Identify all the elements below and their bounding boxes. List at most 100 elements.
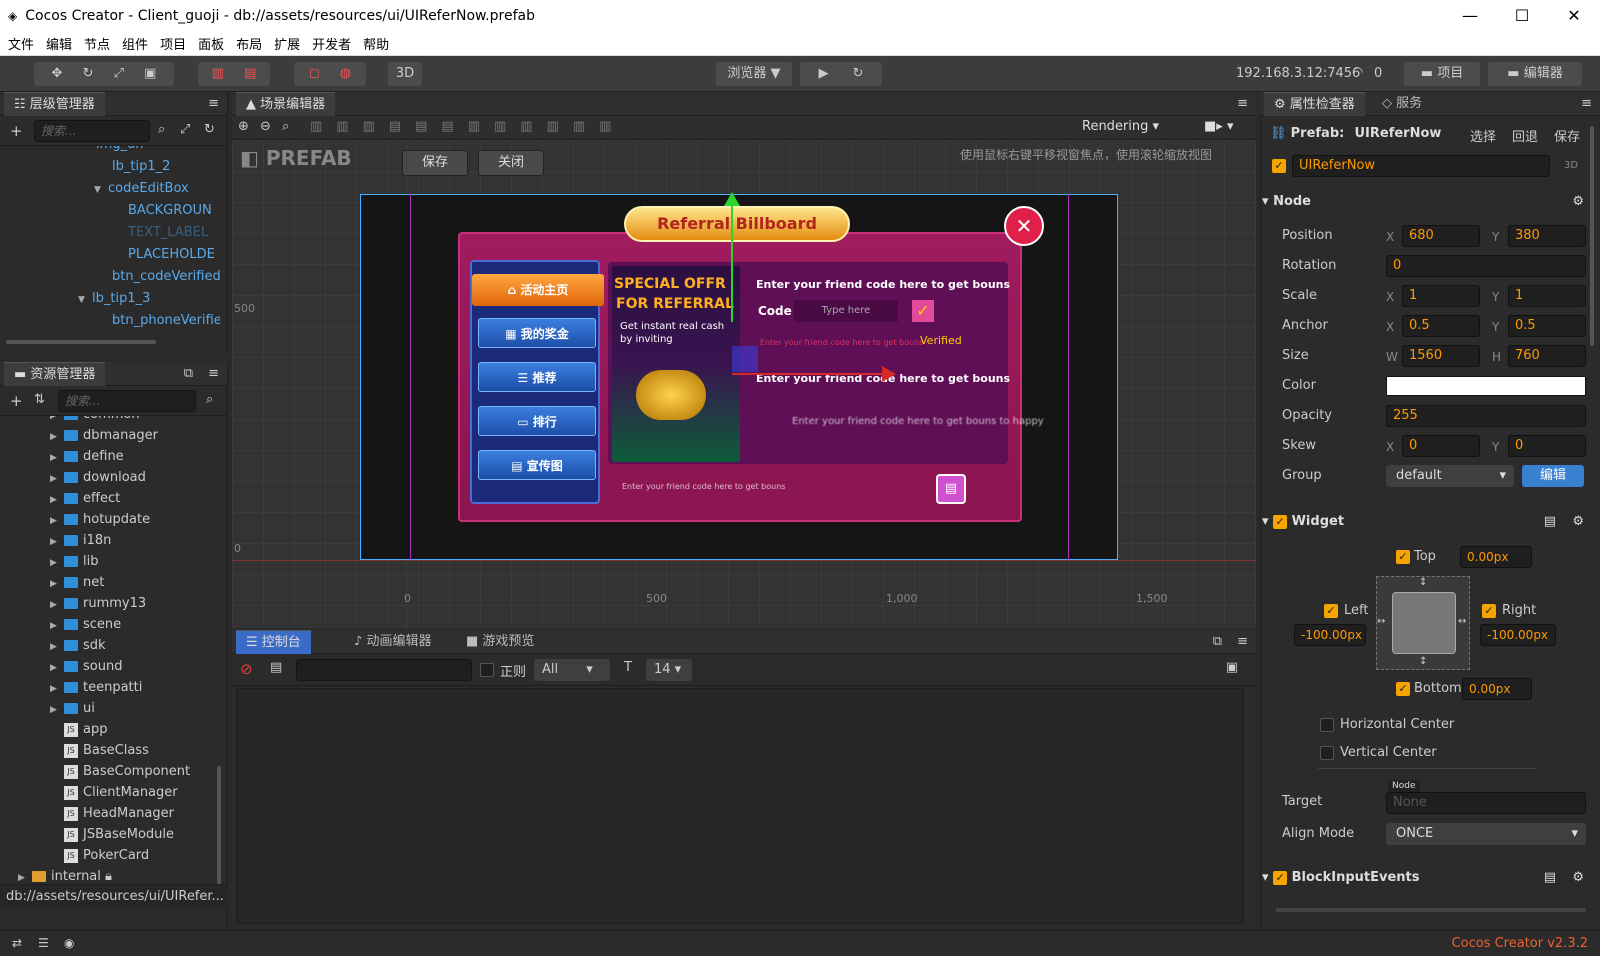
rotate-tool-icon[interactable]: ↻ — [83, 66, 94, 81]
tree-node[interactable]: btn_codeVerified — [112, 266, 220, 287]
size-w-input[interactable]: 1560 — [1402, 345, 1480, 367]
chevron-right-icon[interactable]: ▶ — [50, 679, 64, 700]
tree-node[interactable]: BACKGROUN — [128, 200, 212, 221]
chevron-right-icon[interactable]: ▶ — [50, 448, 64, 469]
horizontal-center-checkbox[interactable] — [1320, 718, 1334, 732]
asset-script[interactable]: JS BaseClass — [64, 740, 149, 761]
asset-folder[interactable]: ▶ effect — [50, 488, 120, 509]
mode-3d-button[interactable]: 3D — [388, 62, 422, 86]
group-select[interactable]: default ▾ — [1386, 465, 1514, 487]
size-h-input[interactable]: 760 — [1508, 345, 1586, 367]
position-y-input[interactable]: 380 — [1508, 225, 1586, 247]
popup-menu-home[interactable]: ⌂ 活动主页 — [472, 274, 604, 306]
tree-node[interactable]: btn_phoneVerifie — [112, 310, 220, 331]
pivot-icon[interactable]: ▥ — [212, 66, 224, 81]
block-input-checkbox[interactable]: ✓ — [1273, 870, 1288, 885]
widget-enabled-checkbox[interactable]: ✓ — [1273, 514, 1288, 529]
menu-file[interactable]: 文件 — [8, 34, 34, 53]
opacity-input[interactable]: 255 — [1386, 405, 1586, 427]
rotation-input[interactable]: 0 — [1386, 255, 1586, 277]
tree-node[interactable]: TEXT_LABEL — [128, 222, 208, 243]
gizmo-center-handle[interactable] — [732, 346, 758, 372]
snap-icon[interactable]: ◻ — [309, 66, 320, 81]
popup-menu-bonus[interactable]: ▦ 我的奖金 — [478, 318, 596, 348]
node-active-checkbox[interactable]: ✓ — [1272, 159, 1286, 173]
asset-folder[interactable]: ▶ sdk — [50, 635, 106, 656]
vertical-center-checkbox[interactable] — [1320, 746, 1334, 760]
zoom-in-icon[interactable]: ⊕ — [238, 119, 249, 134]
tree-node[interactable]: ▼ lb_tip1_3 — [78, 288, 150, 309]
scale-x-input[interactable]: 1 — [1402, 285, 1480, 307]
tab-hierarchy[interactable]: ☷ 层级管理器 — [4, 92, 105, 116]
asset-folder[interactable]: ▶ scene — [50, 614, 121, 635]
panel-menu-icon[interactable]: ≡ — [1237, 96, 1248, 111]
regex-checkbox[interactable] — [480, 663, 494, 677]
prefab-select-button[interactable]: 选择 — [1470, 126, 1496, 145]
move-tool-icon[interactable]: ✥ — [52, 66, 63, 81]
widget-top-input[interactable]: 0.00px — [1460, 546, 1532, 568]
widget-left-checkbox[interactable]: ✓ — [1324, 604, 1338, 618]
refresh-icon[interactable]: ↻ — [204, 122, 215, 137]
align-mode-select[interactable]: ONCE ▾ — [1386, 823, 1586, 845]
gear-icon[interactable]: ⚙ — [1572, 866, 1584, 890]
asset-folder[interactable]: ▶ lib — [50, 551, 98, 572]
database-icon[interactable]: ☰ — [38, 936, 49, 950]
menu-component[interactable]: 组件 — [122, 34, 148, 53]
popup-menu-rank[interactable]: ▭ 排行 — [478, 406, 596, 436]
prefab-revert-button[interactable]: 回退 — [1512, 126, 1538, 145]
add-node-icon[interactable]: + — [10, 122, 23, 140]
menu-layout[interactable]: 布局 — [236, 34, 262, 53]
scale-y-input[interactable]: 1 — [1508, 285, 1586, 307]
gear-icon[interactable]: ⚙ — [1572, 190, 1584, 214]
sort-icon[interactable]: ⇅ — [34, 392, 45, 407]
asset-script[interactable]: JS BaseComponent — [64, 761, 190, 782]
chevron-right-icon[interactable]: ▶ — [50, 637, 64, 658]
chevron-right-icon[interactable]: ▶ — [50, 511, 64, 532]
refresh-icon[interactable]: ↻ — [853, 66, 864, 81]
chevron-right-icon[interactable]: ▶ — [50, 427, 64, 448]
tab-console[interactable]: ☰ 控制台 — [236, 630, 311, 654]
close-window-button[interactable]: ✕ — [1548, 0, 1600, 32]
minimize-button[interactable]: — — [1444, 0, 1496, 32]
tab-services[interactable]: ◇ 服务 — [1372, 92, 1432, 116]
rendering-select[interactable]: Rendering ▾ — [1082, 119, 1159, 134]
menu-project[interactable]: 项目 — [160, 34, 186, 53]
block-input-section-header[interactable]: ▾ ✓ BlockInputEvents ▤ ⚙ — [1262, 866, 1592, 890]
asset-folder[interactable]: ▶ ui — [50, 698, 95, 719]
tab-animation[interactable]: ♪ 动画编辑器 — [344, 630, 441, 654]
font-size-select[interactable]: 14 ▾ — [646, 659, 692, 681]
scale-tool-icon[interactable]: ⤢ — [114, 66, 124, 81]
asset-folder[interactable]: ▶common — [50, 416, 140, 425]
help-icon[interactable]: ▤ — [1544, 866, 1556, 890]
widget-left-input[interactable]: -100.00px — [1294, 624, 1366, 646]
panel-menu-icon[interactable]: ≡ — [208, 366, 219, 381]
popup-menu-promo[interactable]: ▤ 宣传图 — [478, 450, 596, 480]
menu-panel[interactable]: 面板 — [198, 34, 224, 53]
widget-bottom-input[interactable]: 0.00px — [1462, 678, 1532, 700]
asset-folder[interactable]: ▶ rummy13 — [50, 593, 146, 614]
chevron-right-icon[interactable]: ▶ — [50, 700, 64, 721]
color-swatch[interactable] — [1386, 376, 1586, 396]
asset-folder[interactable]: ▶ i18n — [50, 530, 111, 551]
chevron-right-icon[interactable]: ▶ — [50, 532, 64, 553]
tab-assets[interactable]: ▬ 资源管理器 — [4, 362, 106, 386]
expand-icon[interactable]: ⤢ — [180, 122, 190, 137]
inspector-vscrollbar[interactable] — [1590, 126, 1594, 346]
rect-tool-icon[interactable]: ▣ — [144, 66, 156, 81]
tab-inspector[interactable]: ⚙ 属性检查器 — [1264, 92, 1365, 116]
chevron-right-icon[interactable]: ▶ — [50, 469, 64, 490]
asset-script[interactable]: JS app — [64, 719, 107, 740]
asset-folder[interactable]: ▶ define — [50, 446, 124, 467]
chevron-right-icon[interactable]: ▶ — [50, 595, 64, 616]
asset-folder[interactable]: ▶ hotupdate — [50, 509, 150, 530]
search-icon[interactable]: ⌕ — [206, 392, 213, 407]
gizmo-right-arrow-icon[interactable] — [882, 366, 896, 382]
widget-bottom-checkbox[interactable]: ✓ — [1396, 682, 1410, 696]
widget-top-checkbox[interactable]: ✓ — [1396, 550, 1410, 564]
asset-folder[interactable]: ▶ teenpatti — [50, 677, 142, 698]
eye-icon[interactable]: ◉ — [64, 936, 74, 950]
node-section-header[interactable]: ▾ Node ⚙ — [1262, 190, 1592, 214]
menu-developer[interactable]: 开发者 — [312, 34, 351, 53]
console-filter-input[interactable] — [296, 659, 472, 681]
anchor-x-input[interactable]: 0.5 — [1402, 315, 1480, 337]
